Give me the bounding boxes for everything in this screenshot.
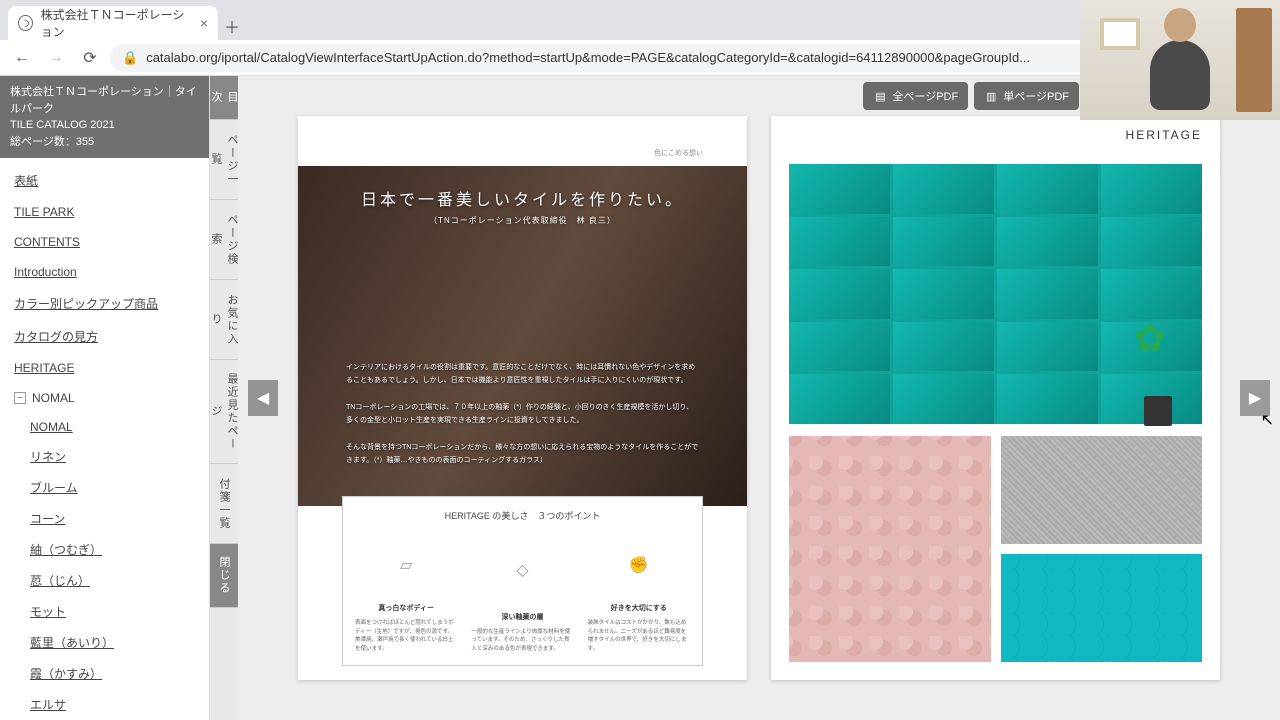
glaze-sketch-icon: ◇ bbox=[471, 534, 573, 606]
heritage-logo: HERITAGE bbox=[1126, 128, 1202, 142]
hand-sketch-icon: ✊ bbox=[588, 534, 690, 597]
toc-item[interactable]: CONTENTS bbox=[0, 227, 209, 257]
tile-sketch-icon: ▱ bbox=[355, 534, 457, 597]
toc-subitem[interactable]: 荵（じん） bbox=[0, 565, 209, 596]
vertical-tab-strip: 目次 ページ一覧 ページ検索 お気に入り 最近見たページ 付箋一覧 閉じる bbox=[210, 76, 238, 720]
toc-subitem[interactable]: リネン bbox=[0, 441, 209, 472]
teal-fishscale-tile-photo bbox=[1001, 554, 1203, 662]
toc-item[interactable]: TILE PARK bbox=[0, 197, 209, 227]
catalog-title-1: 株式会社ＴＮコーポレーション｜タイルパーク bbox=[10, 84, 199, 117]
toc-item[interactable]: 表紙 bbox=[0, 164, 209, 197]
plant-decor bbox=[1124, 316, 1194, 426]
toc-group-label: NOMAL bbox=[32, 391, 75, 405]
vtab-favorites[interactable]: お気に入り bbox=[210, 280, 238, 360]
url-text: catalabo.org/iportal/CatalogViewInterfac… bbox=[146, 50, 1240, 65]
toc-subitem[interactable]: ブルーム bbox=[0, 472, 209, 503]
browser-tab[interactable]: 株式会社ＴＮコーポレーション × bbox=[8, 6, 218, 40]
vtab-close[interactable]: 閉じる bbox=[210, 544, 238, 608]
toc-header: 株式会社ＴＮコーポレーション｜タイルパーク TILE CATALOG 2021 … bbox=[0, 76, 209, 158]
reload-button[interactable]: ⟳ bbox=[76, 44, 104, 72]
single-page-pdf-button[interactable]: ▥ 単ページPDF bbox=[974, 82, 1079, 110]
vtab-page-list[interactable]: ページ一覧 bbox=[210, 120, 238, 200]
next-page-button[interactable]: ▶ bbox=[1240, 380, 1270, 416]
page-tag: 色にこめる想い bbox=[654, 148, 703, 158]
all-pages-pdf-button[interactable]: ▤ 全ページPDF bbox=[863, 82, 968, 110]
feature-box-title: HERITAGE の美しさ ３つのポイント bbox=[355, 509, 690, 522]
catalog-view: ▤ 全ページPDF ▥ 単ページPDF ⊞ 棚に追加 ⤴ URLを連絡 ◀ ▶ … bbox=[238, 76, 1280, 720]
feature-col: ▱ 真っ白なボディー 表面をつければほとんど隠れてしまうボディー（生地）ですが、… bbox=[355, 534, 457, 654]
vtab-sticky[interactable]: 付箋一覧 bbox=[210, 464, 238, 544]
door bbox=[1236, 8, 1272, 112]
toc-subitem[interactable]: コーン bbox=[0, 503, 209, 534]
close-icon[interactable]: × bbox=[200, 15, 208, 31]
toc-panel: 株式会社ＴＮコーポレーション｜タイルパーク TILE CATALOG 2021 … bbox=[0, 76, 210, 720]
prev-page-button[interactable]: ◀ bbox=[248, 380, 278, 416]
page-icon: ▥ bbox=[984, 89, 998, 103]
feature-col: ◇ 深い釉薬の層 一般的な生産ラインより肉厚な材料を使っています。そのため、さっ… bbox=[471, 534, 573, 654]
pink-hexagon-tile-photo bbox=[789, 436, 991, 662]
btn-label: 全ページPDF bbox=[892, 88, 958, 104]
toc-subitem[interactable]: NOMAL bbox=[0, 413, 209, 441]
book-icon: ▤ bbox=[873, 89, 887, 103]
total-pages: 総ページ数：355 bbox=[10, 134, 199, 151]
globe-icon bbox=[18, 15, 33, 31]
page-body-text: インテリアにおけるタイルの役割は重要です。意匠的なことだけでなく、時には耳慣れな… bbox=[346, 361, 699, 467]
presenter-silhouette bbox=[1150, 40, 1210, 110]
grey-texture-tile-photo bbox=[1001, 436, 1203, 544]
btn-label: 単ページPDF bbox=[1003, 88, 1069, 104]
collapse-icon: − bbox=[14, 392, 26, 404]
vtab-toc[interactable]: 目次 bbox=[210, 76, 238, 120]
toc-group-toggle[interactable]: − NOMAL bbox=[0, 383, 209, 413]
vtab-recent[interactable]: 最近見たページ bbox=[210, 360, 238, 464]
tab-title: 株式会社ＴＮコーポレーション bbox=[41, 6, 192, 40]
feature-col: ✊ 好きを大切にする 装飾タイルはコストがかかり、数も込められません。ニーズがあ… bbox=[588, 534, 690, 654]
toc-item[interactable]: カラー別ピックアップ商品 bbox=[0, 287, 209, 320]
vtab-page-search[interactable]: ページ検索 bbox=[210, 200, 238, 280]
new-tab-button[interactable]: ＋ bbox=[218, 12, 246, 40]
toc-subitem[interactable]: 霞（かすみ） bbox=[0, 658, 209, 689]
picture-frame bbox=[1100, 18, 1140, 50]
toc-subitem[interactable]: 藍里（あいり） bbox=[0, 627, 209, 658]
lock-icon: 🔒 bbox=[122, 50, 138, 66]
toc-subitem[interactable]: エルサ bbox=[0, 689, 209, 720]
toc-subitem[interactable]: モット bbox=[0, 596, 209, 627]
back-button[interactable]: ← bbox=[8, 44, 36, 72]
toc-item[interactable]: Introduction bbox=[0, 257, 209, 287]
forward-button: → bbox=[42, 44, 70, 72]
toc-item[interactable]: カタログの見方 bbox=[0, 320, 209, 353]
catalog-title-2: TILE CATALOG 2021 bbox=[10, 117, 199, 134]
catalog-right-page[interactable]: HERITAGE bbox=[771, 116, 1220, 680]
webcam-overlay bbox=[1080, 0, 1280, 120]
catalog-left-page[interactable]: 色にこめる想い 日本で一番美しいタイルを作りたい。 （TNコーポレーション代表取… bbox=[298, 116, 747, 680]
toc-item[interactable]: HERITAGE bbox=[0, 353, 209, 383]
page-headline: 日本で一番美しいタイルを作りたい。 （TNコーポレーション代表取締役 林 良三） bbox=[298, 186, 747, 228]
toc-subitem[interactable]: 紬（つむぎ） bbox=[0, 534, 209, 565]
feature-box: HERITAGE の美しさ ３つのポイント ▱ 真っ白なボディー 表面をつければ… bbox=[342, 496, 703, 666]
